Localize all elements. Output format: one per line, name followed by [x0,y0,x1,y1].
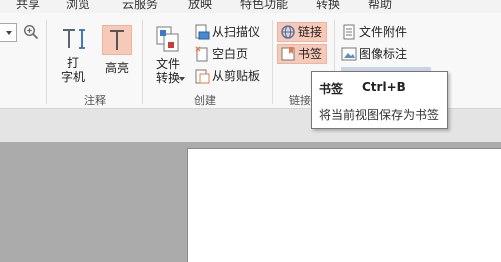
tooltip-shortcut: Ctrl+B [362,80,406,94]
from-scanner-label: 从扫描仪 [212,25,261,39]
clipboard-icon [195,69,210,84]
highlight-button[interactable]: 高亮 [98,20,136,90]
tab-features[interactable]: 特色功能 [240,0,288,12]
typewriter-label-1: 打 [66,56,79,70]
link-group-label: 链接 [289,94,311,107]
link-button[interactable]: 链接 [277,22,327,42]
zoom-in-icon[interactable] [23,24,39,40]
bookmark-tooltip: 书签 Ctrl+B 将当前视图保存为书签 [311,71,448,129]
from-scanner-button[interactable]: 从扫描仪 [194,23,268,41]
tab-browse[interactable]: 浏览 [66,0,90,12]
blank-page-icon [195,46,208,62]
tooltip-description: 将当前视图保存为书签 [319,108,440,122]
image-annotation-label: 图像标注 [359,47,408,61]
tab-convert[interactable]: 转换 [316,0,340,12]
blank-page-label: 空白页 [212,47,249,61]
document-page[interactable] [187,148,501,262]
from-clipboard-button[interactable]: 从剪贴板 [194,67,268,85]
typewriter-label-2: 字机 [60,70,85,84]
chevron-down-icon [179,77,185,81]
chevron-down-icon [6,31,12,35]
group-separator [272,20,273,104]
blank-page-button[interactable]: 空白页 [194,45,268,63]
tab-cloud[interactable]: 云服务 [122,0,158,12]
file-attachment-button[interactable]: 文件附件 [341,23,421,41]
group-separator [46,20,47,104]
typewriter-icon [63,29,85,49]
highlight-label: 高亮 [104,61,129,75]
tooltip-title: 书签 [319,82,344,96]
ribbon-tab-bar: 共享 浏览 云服务 放映 特色功能 转换 帮助 [0,0,501,13]
file-attachment-icon [343,24,355,40]
image-annotation-icon [341,47,357,61]
zoom-dropdown[interactable] [0,23,17,42]
file-convert-icon [156,26,179,52]
annotate-group-label: 注释 [84,94,106,107]
tab-share[interactable]: 共享 [16,0,40,12]
file-convert-label-1: 文件 [155,57,180,71]
bookmark-icon [281,47,295,61]
tab-help[interactable]: 帮助 [368,0,392,12]
link-globe-icon [281,25,295,39]
create-group-label: 创建 [194,94,216,107]
link-label: 链接 [298,25,323,39]
group-separator [142,20,143,104]
bookmark-button[interactable]: 书签 [277,44,327,64]
highlight-text-icon [102,25,132,55]
bookmark-label: 书签 [298,47,323,61]
image-annotation-button[interactable]: 图像标注 [341,45,421,63]
from-clipboard-label: 从剪贴板 [212,69,261,83]
scanner-icon [195,24,210,40]
typewriter-button[interactable]: 打 字机 [56,20,90,90]
file-attachment-label: 文件附件 [359,25,408,39]
tab-present[interactable]: 放映 [188,0,212,12]
